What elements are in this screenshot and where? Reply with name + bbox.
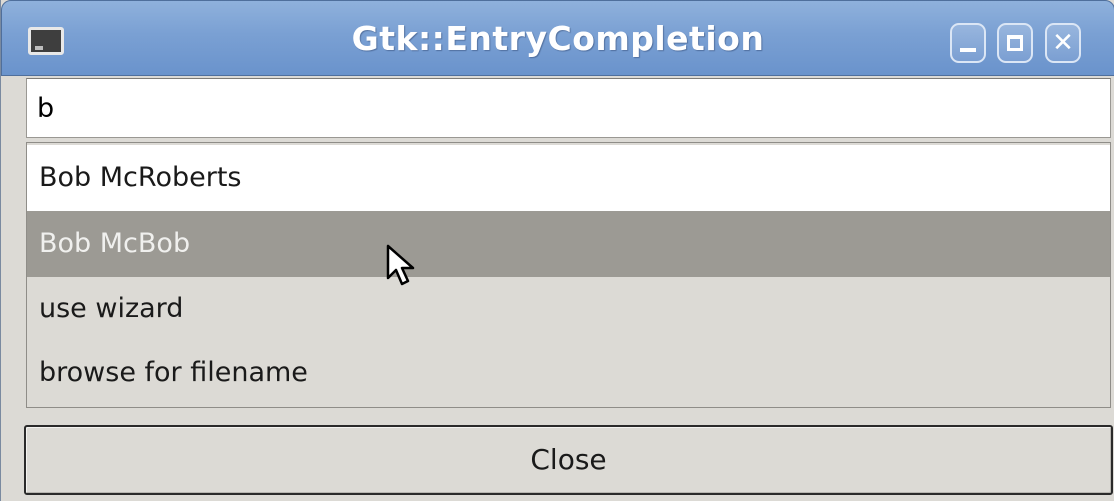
close-button[interactable]: Close <box>24 425 1113 495</box>
completion-item-browse-for-filename[interactable]: browse for filename <box>27 341 1110 405</box>
minimize-button[interactable] <box>950 23 986 63</box>
title-bar[interactable]: Gtk::EntryCompletion ✕ <box>1 0 1114 76</box>
close-window-button[interactable]: ✕ <box>1045 23 1081 63</box>
completion-item-bob-mcroberts[interactable]: Bob McRoberts <box>27 145 1110 211</box>
completion-entry[interactable]: b <box>26 78 1111 138</box>
completion-item-use-wizard[interactable]: use wizard <box>27 277 1110 341</box>
completion-popup: Bob McRoberts Bob McBob use wizard brows… <box>26 142 1111 408</box>
app-window-icon[interactable] <box>28 27 64 55</box>
close-icon: ✕ <box>1052 28 1074 58</box>
completion-item-bob-mcbob[interactable]: Bob McBob <box>27 211 1110 277</box>
minimize-icon <box>960 48 976 52</box>
window-title: Gtk::EntryCompletion <box>351 19 765 58</box>
maximize-icon <box>1007 35 1023 51</box>
app-window: Gtk::EntryCompletion ✕ b Bob McRoberts B… <box>0 0 1114 501</box>
maximize-button[interactable] <box>997 23 1033 63</box>
